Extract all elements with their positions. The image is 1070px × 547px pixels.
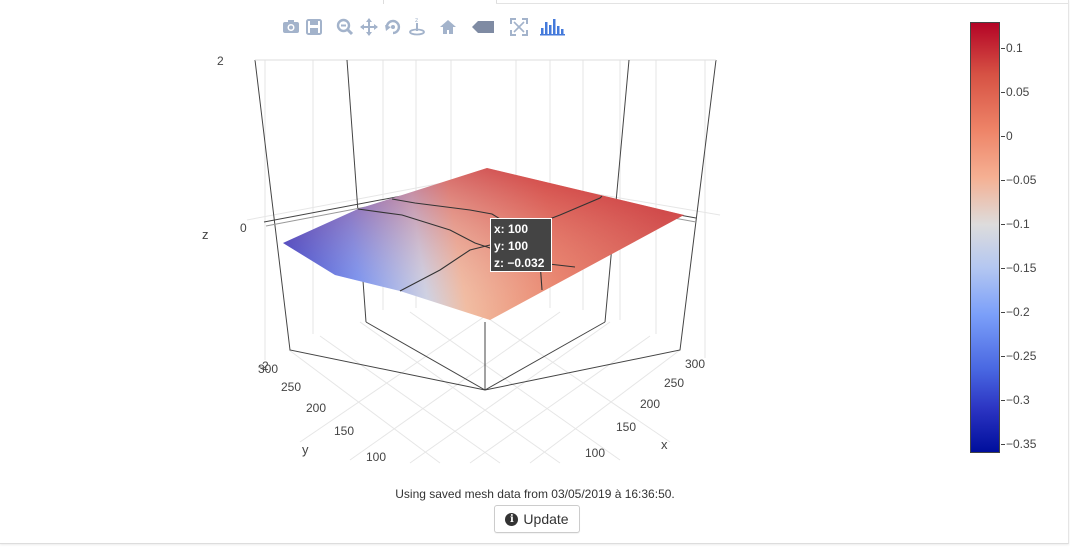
info-icon: i xyxy=(505,512,519,526)
colorbar-tick xyxy=(1001,224,1005,225)
x-tick-label: 100 xyxy=(585,446,605,460)
tooltip-z: z: −0.032 xyxy=(494,256,545,270)
z-tick-label: 2 xyxy=(217,54,224,68)
mesh-status-text: Using saved mesh data from 03/05/2019 à … xyxy=(395,487,675,501)
x-tick-label: 200 xyxy=(640,397,660,411)
colorbar-tick-label: −0.15 xyxy=(1006,261,1037,275)
scene-box-edge xyxy=(365,321,486,391)
colorbar-tick-label: −0.3 xyxy=(1006,393,1030,407)
floor-gridline xyxy=(359,321,561,464)
colorbar-tick xyxy=(1001,312,1005,313)
colorbar-tick xyxy=(1001,400,1005,401)
y-tick-label: 250 xyxy=(281,380,301,394)
y-axis-title: y xyxy=(302,442,309,457)
colorbar-tick-label: −0.25 xyxy=(1006,349,1037,363)
y-tick-label: 200 xyxy=(306,401,326,415)
z-tick-label: 0 xyxy=(240,221,247,235)
colorbar-tick xyxy=(1001,48,1005,49)
colorbar-tick-label: −0.05 xyxy=(1006,173,1037,187)
x-tick-label: 250 xyxy=(664,376,684,390)
colorbar-tick xyxy=(1001,92,1005,93)
colorbar-tick xyxy=(1001,356,1005,357)
update-button-label: Update xyxy=(523,511,569,527)
hover-tooltip: x: 100 y: 100 z: −0.032 xyxy=(490,218,552,272)
floor-gridline xyxy=(409,321,611,464)
scene-box-edge xyxy=(346,59,367,323)
y-tick-label: 150 xyxy=(334,424,354,438)
tooltip-y: y: 100 xyxy=(494,239,529,253)
y-tick-label: 100 xyxy=(366,450,386,464)
colorbar-tick-label: −0.35 xyxy=(1006,437,1037,451)
tooltip-x: x: 100 xyxy=(494,222,529,236)
scene-box-edge xyxy=(604,59,630,323)
floor-gridline xyxy=(469,305,671,443)
colorbar xyxy=(970,22,1000,453)
colorbar-tick-label: 0 xyxy=(1006,129,1013,143)
surface-mesh[interactable] xyxy=(283,168,684,320)
colorbar-tick xyxy=(1001,136,1005,137)
update-button[interactable]: i Update xyxy=(494,505,580,533)
floor-gridline xyxy=(319,335,501,464)
colorbar-tick-label: 0.1 xyxy=(1006,41,1023,55)
y-tick-label: 300 xyxy=(258,362,278,376)
colorbar-tick-label: 0.05 xyxy=(1006,85,1030,99)
x-tick-label: 150 xyxy=(616,420,636,434)
x-tick-label: 300 xyxy=(685,357,705,371)
colorbar-tick-label: −0.1 xyxy=(1006,217,1030,231)
surface-shading xyxy=(283,168,684,320)
z-axis-title: z xyxy=(202,227,209,242)
surface-plot-3d[interactable]: 2 0 -2 z 100 150 200 250 300 y 100 150 2… xyxy=(0,0,1070,547)
floor-gridline xyxy=(299,305,501,443)
x-axis-title: x xyxy=(661,437,668,452)
colorbar-tick-label: −0.2 xyxy=(1006,305,1030,319)
colorbar-tick xyxy=(1001,444,1005,445)
floor-gridline xyxy=(469,335,651,464)
colorbar-tick xyxy=(1001,268,1005,269)
scene-box-edge xyxy=(484,321,606,391)
colorbar-tick xyxy=(1001,180,1005,181)
